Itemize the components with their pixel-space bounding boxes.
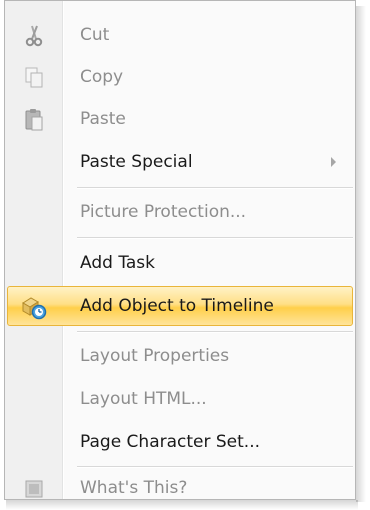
menu-item-layout-html[interactable]: Layout HTML... [7, 379, 353, 419]
menu-separator [77, 237, 353, 239]
menu-item-label: Add Object to Timeline [80, 296, 274, 316]
timeline-clock-icon [20, 293, 48, 321]
menu-item-copy[interactable]: Copy [7, 57, 353, 97]
clipboard-icon [20, 106, 48, 134]
menu-item-layout-properties[interactable]: Layout Properties [7, 336, 353, 376]
menu-item-label: Page Character Set... [80, 432, 261, 452]
menu-separator [77, 187, 353, 189]
menu-item-picture-protection[interactable]: Picture Protection... [7, 192, 353, 232]
menu-item-add-object-to-timeline[interactable]: Add Object to Timeline [7, 286, 353, 326]
menu-item-label: Layout Properties [80, 346, 230, 366]
menu-item-label: Add Task [80, 253, 156, 273]
menu-item-paste[interactable]: Paste [7, 99, 353, 139]
menu-item-label: Copy [80, 67, 124, 87]
menu-item-cut[interactable]: Cut [7, 15, 353, 55]
menu-item-label: Paste Special [80, 152, 193, 172]
menu-item-label: Picture Protection... [80, 202, 247, 222]
menu-separator [77, 331, 353, 333]
menu-item-add-task[interactable]: Add Task [7, 243, 353, 283]
context-menu: Cut Copy Paste Paste Special Picture Pro… [4, 0, 356, 500]
menu-shadow-right [356, 6, 366, 502]
menu-item-label: Cut [80, 25, 110, 45]
menu-item-label: What's This? [80, 478, 188, 498]
menu-item-label: Layout HTML... [80, 389, 207, 409]
menu-item-page-character-set[interactable]: Page Character Set... [7, 422, 353, 462]
scissors-icon [20, 22, 48, 50]
copy-icon [20, 64, 48, 92]
submenu-arrow-icon [331, 157, 336, 167]
whats-this-icon [20, 475, 48, 503]
menu-item-whats-this[interactable]: What's This? [7, 468, 353, 508]
menu-item-paste-special[interactable]: Paste Special [7, 142, 353, 182]
screenshot-canvas: Cut Copy Paste Paste Special Picture Pro… [0, 0, 370, 510]
menu-item-label: Paste [80, 109, 126, 129]
